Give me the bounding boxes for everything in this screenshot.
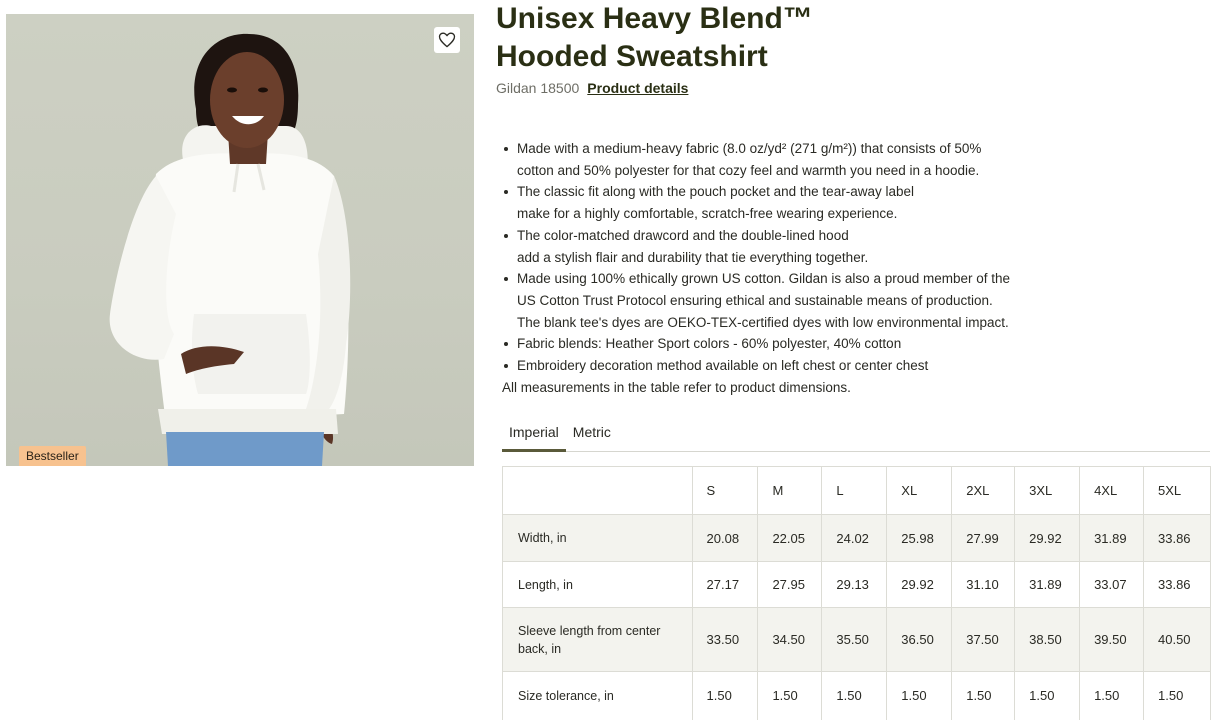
table-header-cell: XL: [886, 466, 952, 515]
table-header-cell: 5XL: [1143, 466, 1211, 515]
feature-text: The color-matched drawcord and the doubl…: [517, 227, 849, 243]
table-cell: 27.95: [757, 561, 822, 608]
feature-item: Embroidery decoration method available o…: [502, 355, 1202, 377]
table-header-cell: 4XL: [1079, 466, 1144, 515]
product-title-line-2: Hooded Sweatshirt: [496, 40, 768, 73]
product-details-link[interactable]: Product details: [587, 80, 688, 96]
table-cell: 37.50: [951, 607, 1015, 672]
feature-text: add a stylish flair and durability that …: [517, 249, 869, 265]
tab-metric[interactable]: Metric: [566, 420, 618, 452]
table-cell: 22.05: [757, 514, 822, 562]
table-cell: 1.50: [757, 671, 822, 720]
feature-text: The classic fit along with the pouch poc…: [517, 184, 914, 200]
feature-text: make for a highly comfortable, scratch-f…: [517, 206, 898, 222]
row-label: Sleeve length from center back, in: [502, 607, 693, 672]
table-cell: 1.50: [1014, 671, 1080, 720]
table-cell: 27.17: [691, 561, 758, 608]
table-cell: 40.50: [1143, 607, 1211, 672]
table-cell: 33.86: [1143, 561, 1211, 608]
product-title: Unisex Heavy Blend™ Hooded Sweatshirt: [496, 0, 1016, 76]
table-cell: 31.89: [1079, 514, 1144, 562]
table-header-cell: S: [691, 466, 758, 515]
feature-text: Made using 100% ethically grown US cotto…: [517, 271, 1011, 287]
feature-item: Made using 100% ethically grown US cotto…: [502, 268, 1202, 333]
size-table: S M L XL 2XL 3XL 4XL 5XL Width, in 20.08…: [502, 466, 1211, 720]
favorite-button[interactable]: [434, 27, 460, 53]
table-cell: 33.50: [691, 607, 758, 672]
feature-item: Fabric blends: Heather Sport colors - 60…: [502, 333, 1202, 355]
product-meta: Gildan 18500 Product details: [496, 80, 688, 96]
table-cell: 1.50: [886, 671, 952, 720]
table-row: Sleeve length from center back, in 33.50…: [502, 607, 1211, 672]
unit-tabs: Imperial Metric: [502, 420, 1210, 452]
table-cell: 38.50: [1014, 607, 1080, 672]
table-cell: 1.50: [1143, 671, 1211, 720]
table-cell: 31.89: [1014, 561, 1080, 608]
product-title-line-1: Unisex Heavy Blend™: [496, 2, 813, 35]
feature-item: The color-matched drawcord and the doubl…: [502, 225, 1202, 268]
table-cell: 27.99: [951, 514, 1015, 562]
table-cell: 29.13: [821, 561, 887, 608]
feature-text: Embroidery decoration method available o…: [517, 358, 929, 374]
table-cell: 33.07: [1079, 561, 1144, 608]
table-cell: 29.92: [886, 561, 952, 608]
table-header-cell: 3XL: [1014, 466, 1080, 515]
table-cell: 36.50: [886, 607, 952, 672]
brand-model: Gildan 18500: [496, 80, 580, 96]
table-cell: 34.50: [757, 607, 822, 672]
table-header-cell: 2XL: [951, 466, 1015, 515]
feature-text: US Cotton Trust Protocol ensuring ethica…: [517, 292, 993, 308]
feature-text: The blank tee's dyes are OEKO-TEX-certif…: [517, 314, 1009, 330]
table-header-row: S M L XL 2XL 3XL 4XL 5XL: [502, 466, 1211, 515]
row-label: Length, in: [502, 561, 693, 608]
heart-icon: [438, 32, 456, 48]
table-cell: 35.50: [821, 607, 887, 672]
table-row: Size tolerance, in 1.50 1.50 1.50 1.50 1…: [502, 671, 1211, 720]
row-label: Size tolerance, in: [502, 671, 693, 720]
table-row: Width, in 20.08 22.05 24.02 25.98 27.99 …: [502, 514, 1211, 562]
model-in-hoodie-photo: [109, 33, 351, 466]
product-image[interactable]: Bestseller: [6, 14, 474, 466]
feature-text: Made with a medium-heavy fabric (8.0 oz/…: [517, 141, 982, 156]
table-cell: 29.92: [1014, 514, 1080, 562]
feature-item: Made with a medium-heavy fabric (8.0 oz/…: [502, 138, 1202, 181]
feature-text: Fabric blends: Heather Sport colors - 60…: [517, 336, 902, 352]
table-cell: 39.50: [1079, 607, 1144, 672]
table-cell: 24.02: [821, 514, 887, 562]
table-header-cell: L: [821, 466, 887, 515]
table-cell: 1.50: [691, 671, 758, 720]
table-header-cell: M: [757, 466, 822, 515]
table-row: Length, in 27.17 27.95 29.13 29.92 31.10…: [502, 561, 1211, 608]
row-label: Width, in: [502, 514, 693, 562]
table-cell: 20.08: [691, 514, 758, 562]
feature-list: Made with a medium-heavy fabric (8.0 oz/…: [502, 138, 1202, 377]
tab-imperial[interactable]: Imperial: [502, 420, 566, 452]
table-cell: 1.50: [1079, 671, 1144, 720]
table-cell: 1.50: [951, 671, 1015, 720]
feature-text: cotton and 50% polyester for that cozy f…: [517, 162, 980, 178]
table-header-cell: [502, 466, 693, 515]
table-cell: 1.50: [821, 671, 887, 720]
table-cell: 31.10: [951, 561, 1015, 608]
table-cell: 33.86: [1143, 514, 1211, 562]
table-cell: 25.98: [886, 514, 952, 562]
bestseller-badge: Bestseller: [19, 446, 86, 466]
measurement-note: All measurements in the table refer to p…: [502, 380, 851, 395]
feature-item: The classic fit along with the pouch poc…: [502, 181, 1202, 224]
